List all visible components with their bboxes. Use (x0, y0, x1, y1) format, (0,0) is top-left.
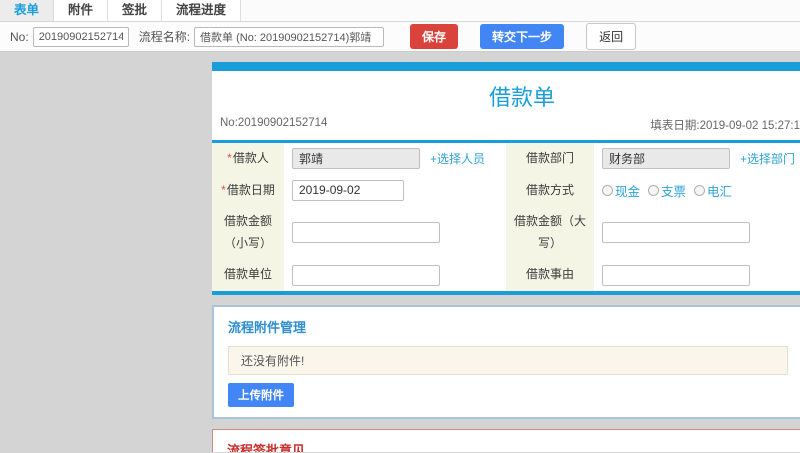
unit-input[interactable] (292, 264, 440, 286)
amount-upper-label: 借款金额（大写） (506, 206, 594, 260)
date-label-text: 借款日期 (226, 182, 275, 197)
form-grid: *借款人 +选择人员 借款部门 +选择部门 *借款日期 借款 (212, 143, 800, 291)
method-radio-group: 现金 支票 电汇 (602, 181, 732, 200)
reason-label-text: 借款事由 (525, 267, 574, 282)
select-dept-link[interactable]: +选择部门 (740, 150, 795, 167)
toolbar: No: 流程名称: 保存 转交下一步 返回 (0, 22, 800, 52)
department-field: +选择部门 (594, 143, 800, 175)
back-button[interactable]: 返回 (586, 23, 637, 50)
radio-wire-label: 电汇 (707, 184, 733, 199)
radio-cash-input[interactable] (602, 184, 613, 196)
approval-panel: 流程签批意见 B I abc ⌫ ∞ ∞ ⚑ ≡ ☰ ⇤ ⇥ (212, 428, 800, 452)
borrower-field: +选择人员 (284, 143, 506, 175)
radio-cash[interactable]: 现金 (602, 181, 640, 200)
department-label-text: 借款部门 (525, 151, 574, 165)
content-area: 借款单 No:20190902152714 填表日期:2019-09-02 15… (0, 52, 800, 452)
form-title: 借款单 (488, 85, 555, 110)
process-name-input[interactable] (194, 26, 385, 47)
tab-approval[interactable]: 签批 (108, 0, 163, 21)
borrower-label: * 借款人 (212, 143, 284, 175)
method-field: 现金 支票 电汇 (594, 174, 800, 207)
process-name-label: 流程名称: (138, 30, 191, 44)
radio-check-input[interactable] (648, 184, 660, 196)
form-body: 借款单 No:20190902152714 填表日期:2019-09-02 15… (212, 71, 800, 295)
form-top-bar (212, 62, 800, 71)
upload-attachment-button[interactable]: 上传附件 (228, 382, 294, 407)
select-person-link[interactable]: +选择人员 (430, 150, 485, 167)
amount-lower-input[interactable] (292, 222, 440, 244)
tab-progress[interactable]: 流程进度 (162, 0, 242, 21)
method-label: 借款方式 (506, 174, 594, 207)
unit-label: 借款单位 (212, 259, 284, 291)
tab-form-label: 表单 (14, 3, 40, 17)
radio-wire-input[interactable] (694, 184, 706, 196)
required-mark: * (221, 182, 226, 197)
next-step-button[interactable]: 转交下一步 (480, 24, 565, 49)
form-meta-row: No:20190902152714 填表日期:2019-09-02 15:27:… (212, 115, 800, 140)
loan-form-panel: 借款单 No:20190902152714 填表日期:2019-09-02 15… (212, 62, 800, 295)
borrower-label-text: 借款人 (232, 151, 269, 165)
amount-lower-field (284, 206, 506, 260)
department-input[interactable] (602, 148, 730, 170)
date-field (284, 174, 506, 207)
radio-check-label: 支票 (661, 184, 687, 199)
radio-cash-label: 现金 (615, 184, 641, 199)
method-label-text: 借款方式 (525, 182, 574, 197)
tab-progress-label: 流程进度 (176, 3, 227, 17)
amount-lower-label-text: 借款金额（小写） (223, 214, 272, 250)
no-input[interactable] (32, 26, 129, 47)
reason-input[interactable] (602, 264, 750, 286)
amount-upper-field (594, 206, 800, 260)
tab-bar: 表单 附件 签批 流程进度 (0, 0, 800, 22)
tab-attachments[interactable]: 附件 (54, 0, 109, 21)
amount-lower-label: 借款金额（小写） (212, 206, 284, 260)
date-input[interactable] (292, 179, 404, 201)
borrower-input[interactable] (292, 148, 420, 170)
tab-approval-label: 签批 (122, 3, 148, 17)
amount-upper-label-text: 借款金额（大写） (514, 214, 587, 250)
attachments-title: 流程附件管理 (228, 319, 307, 335)
form-divider-bottom (212, 290, 800, 295)
approval-title: 流程签批意见 (227, 442, 306, 452)
tab-attachments-label: 附件 (68, 3, 94, 17)
unit-label-text: 借款单位 (223, 267, 272, 282)
radio-wire[interactable]: 电汇 (694, 181, 732, 200)
no-label: No: (10, 29, 29, 44)
date-label: * 借款日期 (212, 174, 284, 207)
form-date-text: 填表日期:2019-09-02 15:27:1 (650, 120, 800, 132)
form-no-text: No:20190902152714 (220, 117, 328, 129)
reason-label: 借款事由 (506, 259, 594, 291)
department-label: 借款部门 (506, 143, 594, 175)
save-button[interactable]: 保存 (410, 24, 459, 49)
tab-form[interactable]: 表单 (0, 0, 55, 21)
radio-check[interactable]: 支票 (648, 181, 686, 200)
unit-field (284, 259, 506, 291)
app-window: 表单 附件 签批 流程进度 No: 流程名称: 保存 转交下一步 返回 借款单 … (0, 0, 800, 452)
no-attachments-message: 还没有附件! (228, 345, 788, 375)
reason-field (594, 259, 800, 291)
attachments-panel: 流程附件管理 还没有附件! 上传附件 (212, 304, 800, 419)
amount-upper-input[interactable] (602, 222, 750, 244)
required-mark: * (227, 151, 232, 165)
